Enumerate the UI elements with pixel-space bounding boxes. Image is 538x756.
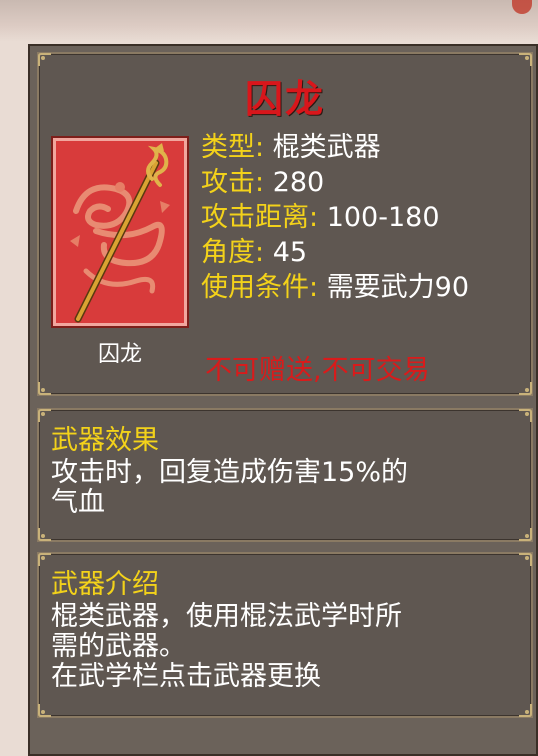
item-info-panel: 囚龙 囚龙 类型: 棍类武器 攻击: 280 攻击距离: 100-180 角度:… xyxy=(37,52,533,396)
stat-requirement-value: 需要武力90 xyxy=(326,272,470,303)
corner-ornament-icon xyxy=(517,702,533,718)
trade-restriction-notice: 不可赠送,不可交易 xyxy=(205,355,430,386)
stat-angle-value: 45 xyxy=(272,237,308,268)
corner-ornament-icon xyxy=(517,380,533,396)
stat-angle-label: 角度 xyxy=(201,237,255,268)
weapon-intro-line: 在武学栏点击武器更换 xyxy=(51,661,321,692)
item-icon-card[interactable] xyxy=(53,138,187,326)
weapon-intro-line: 需的武器。 xyxy=(51,631,186,662)
item-stats: 类型: 棍类武器 攻击: 280 攻击距离: 100-180 角度: 45 使用… xyxy=(201,130,469,305)
corner-ornament-icon xyxy=(37,52,53,68)
stat-type-label: 类型 xyxy=(201,132,255,163)
corner-ornament-icon xyxy=(37,380,53,396)
corner-ornament-icon xyxy=(517,552,533,568)
stat-requirement-label: 使用条件 xyxy=(201,272,309,303)
weapon-intro-panel: 武器介绍 棍类武器，使用棍法武学时所 需的武器。 在武学栏点击武器更换 xyxy=(37,552,533,718)
stat-type-value: 棍类武器 xyxy=(272,132,381,163)
corner-ornament-icon xyxy=(517,408,533,424)
weapon-effect-line: 气血 xyxy=(51,487,105,518)
weapon-effect-panel: 武器效果 攻击时，回复造成伤害15%的 气血 xyxy=(37,408,533,542)
weapon-intro-line: 棍类武器，使用棍法武学时所 xyxy=(51,601,402,632)
item-card-label: 囚龙 xyxy=(97,342,142,367)
stat-range-label: 攻击距离 xyxy=(201,202,309,233)
corner-ornament-icon xyxy=(37,702,53,718)
weapon-effect-line: 攻击时，回复造成伤害15%的 xyxy=(51,457,409,488)
corner-ornament-icon xyxy=(37,526,53,542)
stat-range-value: 100-180 xyxy=(326,202,440,233)
corner-ornament-icon xyxy=(517,526,533,542)
weapon-effect-heading: 武器效果 xyxy=(51,425,159,456)
weapon-intro-heading: 武器介绍 xyxy=(51,569,159,600)
background-top xyxy=(0,0,538,42)
stat-angle: 角度: 45 xyxy=(201,237,308,268)
weapon-intro-text: 棍类武器，使用棍法武学时所 需的武器。 在武学栏点击武器更换 xyxy=(51,602,491,692)
corner-ornament-icon xyxy=(517,52,533,68)
stat-attack-label: 攻击 xyxy=(201,167,255,198)
stat-attack-value: 280 xyxy=(272,167,325,198)
stat-range: 攻击距离: 100-180 xyxy=(201,202,440,233)
stat-type: 类型: 棍类武器 xyxy=(201,132,381,163)
stat-attack: 攻击: 280 xyxy=(201,167,325,198)
stat-requirement: 使用条件: 需要武力90 xyxy=(201,272,470,303)
item-title: 囚龙 xyxy=(244,77,325,121)
weapon-effect-text: 攻击时，回复造成伤害15%的 气血 xyxy=(51,458,491,518)
